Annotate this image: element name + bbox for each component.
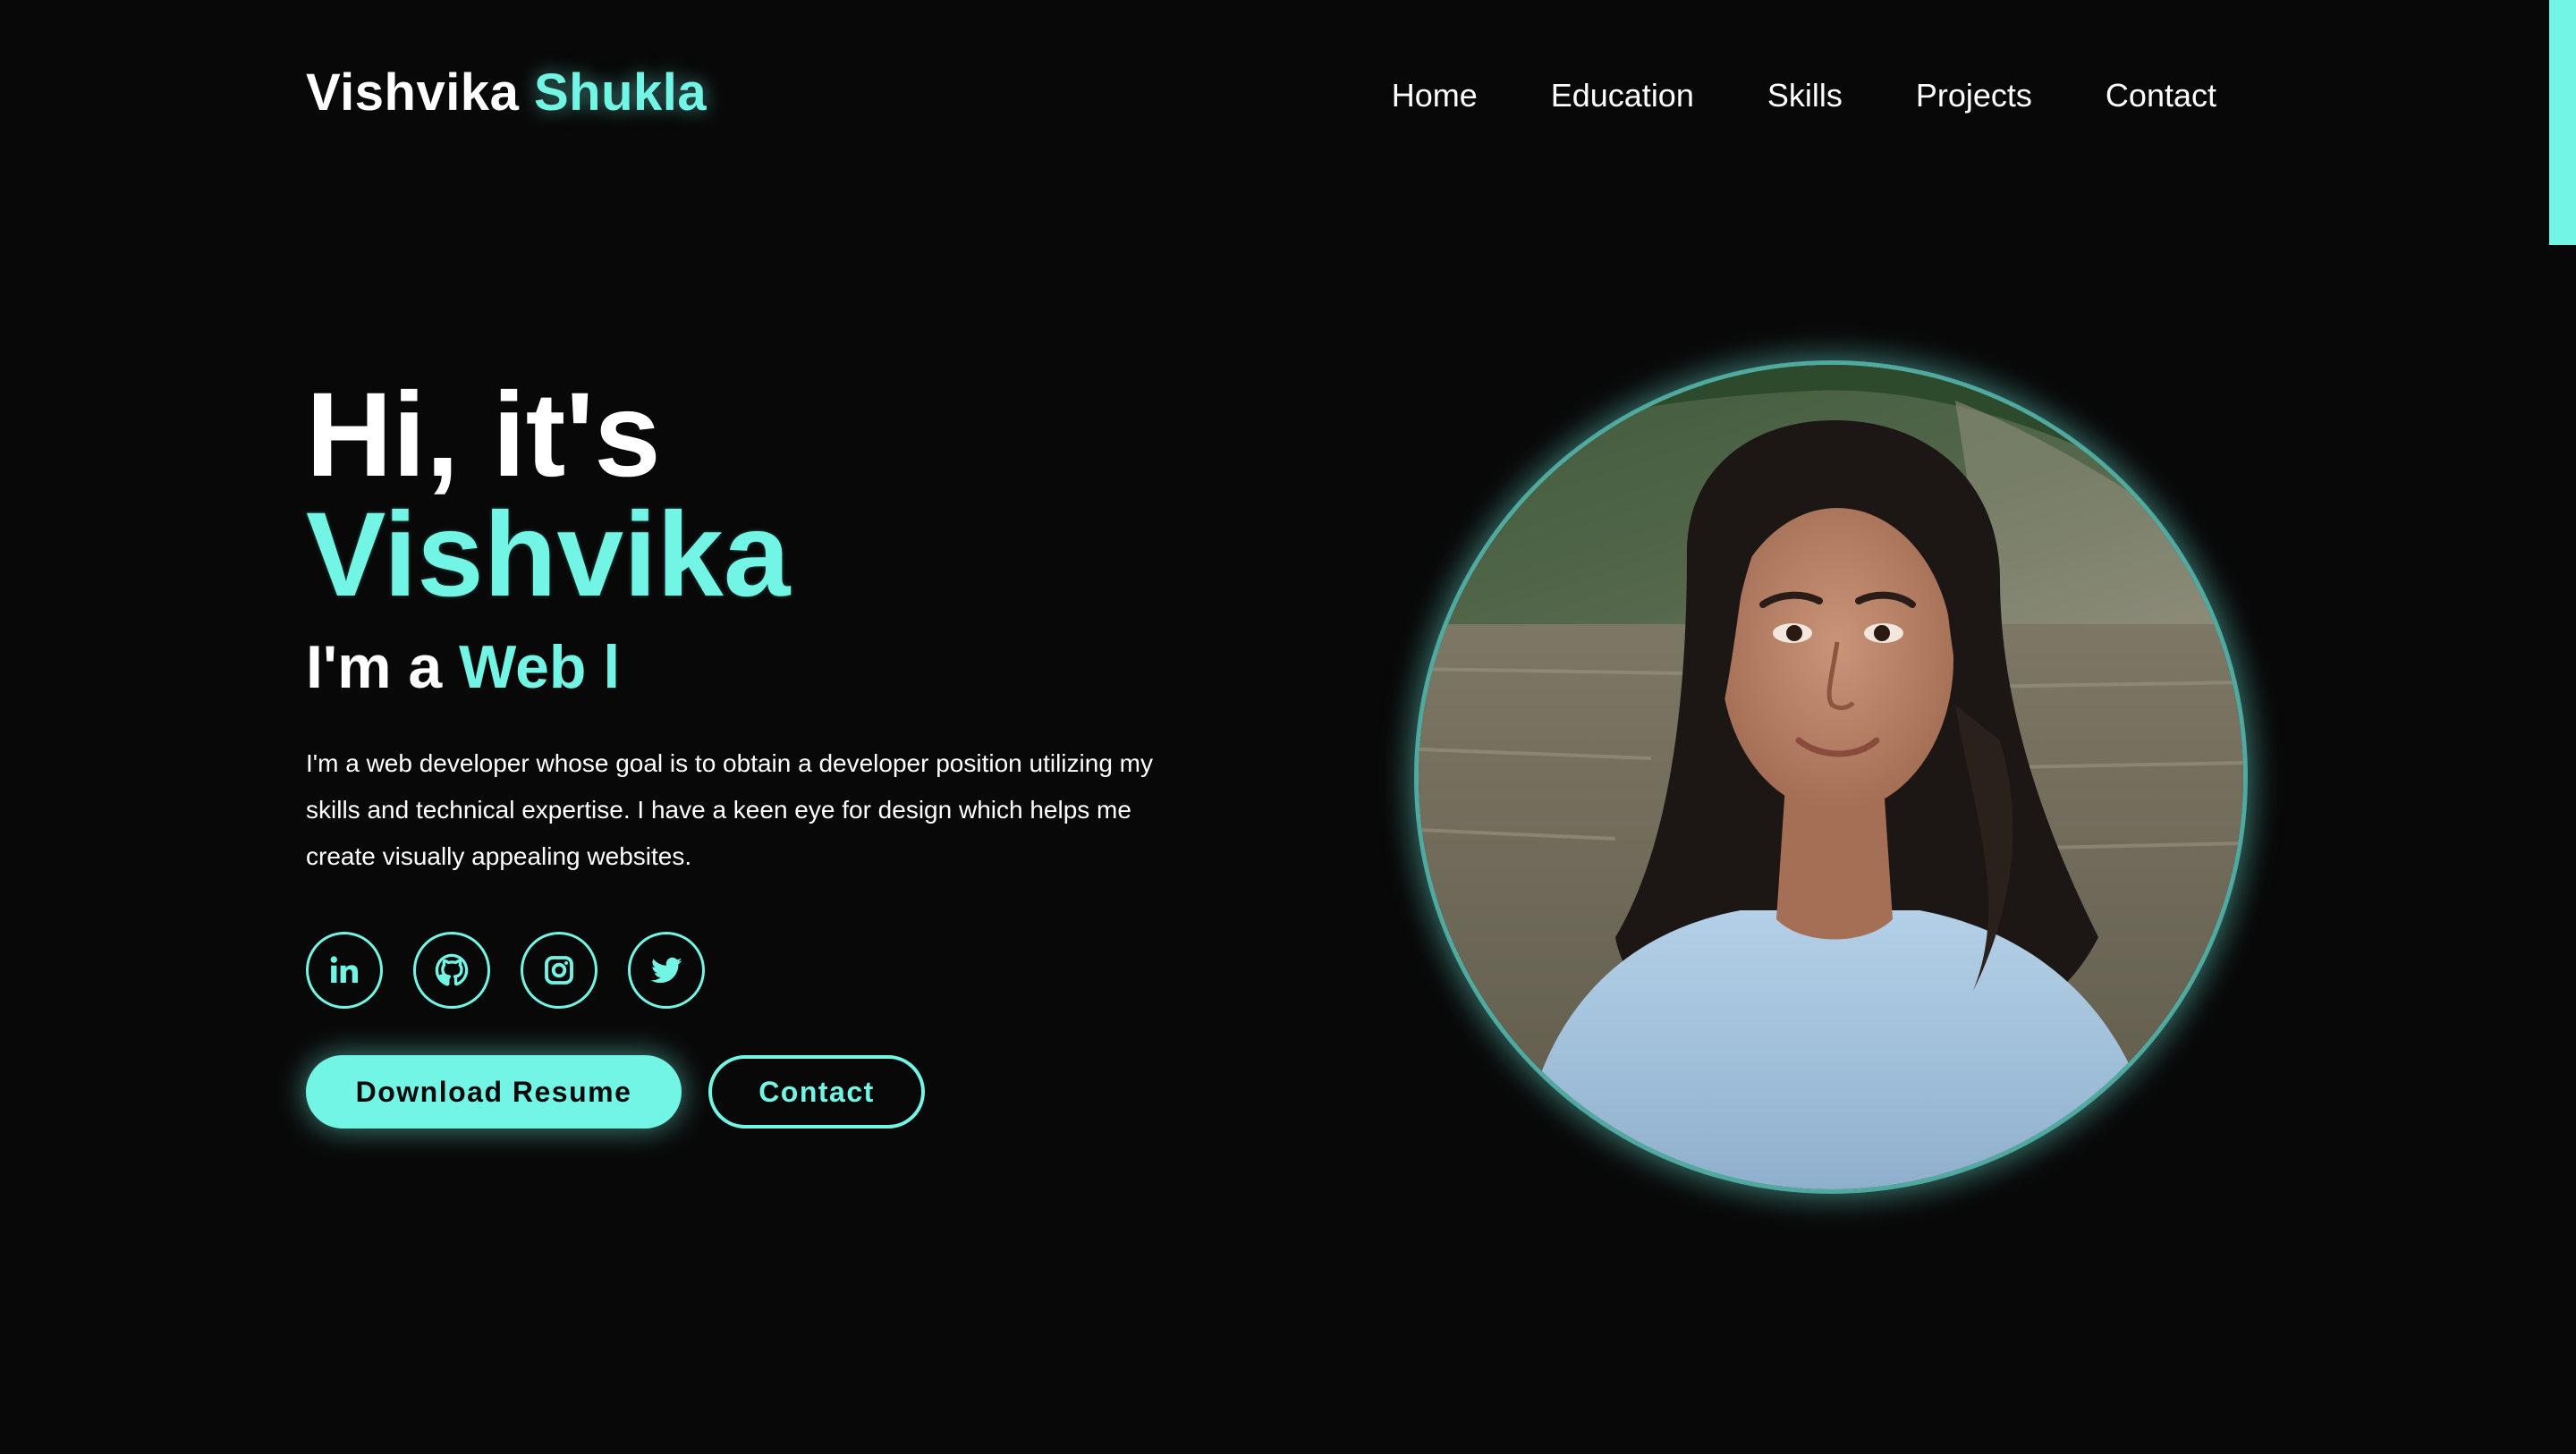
twitter-link[interactable] bbox=[628, 932, 705, 1009]
instagram-link[interactable] bbox=[521, 932, 597, 1009]
site-header: Vishvika Shukla Home Education Skills Pr… bbox=[0, 0, 2549, 197]
contact-button[interactable]: Contact bbox=[708, 1055, 925, 1129]
github-icon bbox=[435, 953, 469, 986]
hero-actions: Download Resume Contact bbox=[306, 1055, 1200, 1129]
hero-role: I'm a Web l bbox=[306, 628, 1200, 706]
role-typed-text: Web l bbox=[459, 633, 621, 701]
nav-contact[interactable]: Contact bbox=[2106, 77, 2216, 114]
site-logo[interactable]: Vishvika Shukla bbox=[306, 63, 707, 123]
github-link[interactable] bbox=[413, 932, 490, 1009]
logo-first-name: Vishvika bbox=[306, 63, 520, 122]
nav-projects[interactable]: Projects bbox=[1916, 77, 2032, 114]
download-resume-button[interactable]: Download Resume bbox=[306, 1055, 682, 1129]
logo-last-name: Shukla bbox=[533, 63, 708, 122]
nav-skills[interactable]: Skills bbox=[1767, 77, 1843, 114]
hero-section: Hi, it's Vishvika I'm a Web l I'm a web … bbox=[306, 376, 1200, 1129]
social-links bbox=[306, 932, 1200, 1009]
profile-photo-illustration bbox=[1419, 365, 2243, 1189]
hero-description: I'm a web developer whose goal is to obt… bbox=[306, 749, 1153, 870]
page: Vishvika Shukla Home Education Skills Pr… bbox=[0, 0, 2576, 1454]
linkedin-link[interactable] bbox=[306, 932, 383, 1009]
nav-home[interactable]: Home bbox=[1392, 77, 1478, 114]
hero-name: Vishvika bbox=[306, 488, 791, 621]
linkedin-icon bbox=[330, 956, 359, 983]
profile-photo bbox=[1419, 365, 2243, 1189]
main-nav: Home Education Skills Projects Contact bbox=[1318, 77, 2216, 114]
instagram-icon bbox=[545, 956, 573, 985]
nav-education[interactable]: Education bbox=[1551, 77, 1694, 114]
hero-greeting: Hi, it's bbox=[306, 368, 661, 502]
twitter-icon bbox=[650, 957, 682, 984]
scroll-progress-bar bbox=[2549, 0, 2576, 245]
role-prefix: I'm a bbox=[306, 633, 443, 701]
